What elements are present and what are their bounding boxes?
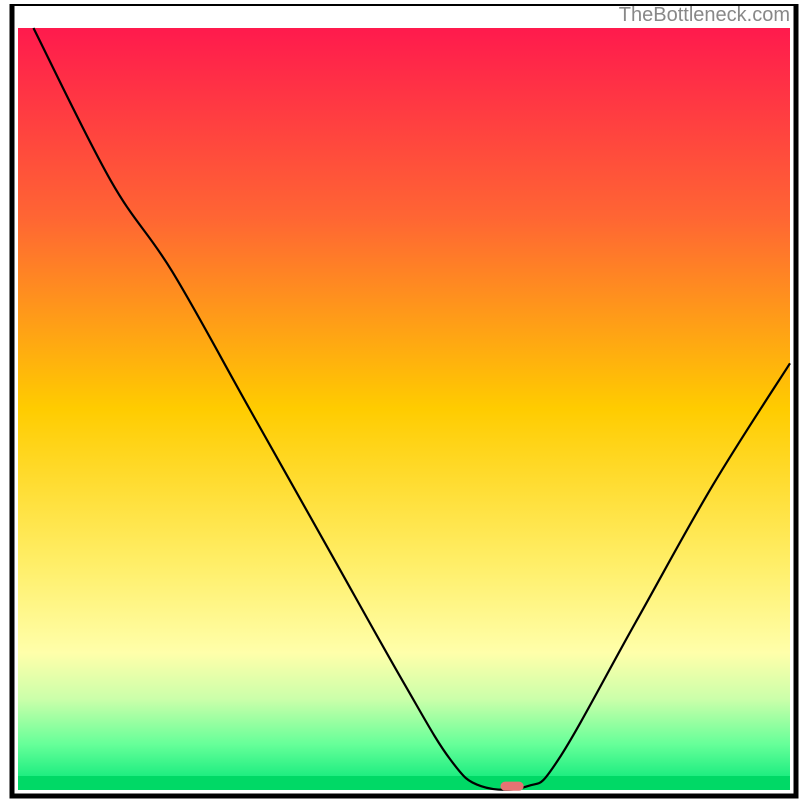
chart-container: TheBottleneck.com <box>0 0 800 800</box>
bottleneck-chart <box>0 0 800 800</box>
gradient-background <box>18 28 790 790</box>
watermark-text: TheBottleneck.com <box>619 4 790 27</box>
green-bottom-strip <box>18 776 790 790</box>
optimal-marker <box>501 782 524 791</box>
